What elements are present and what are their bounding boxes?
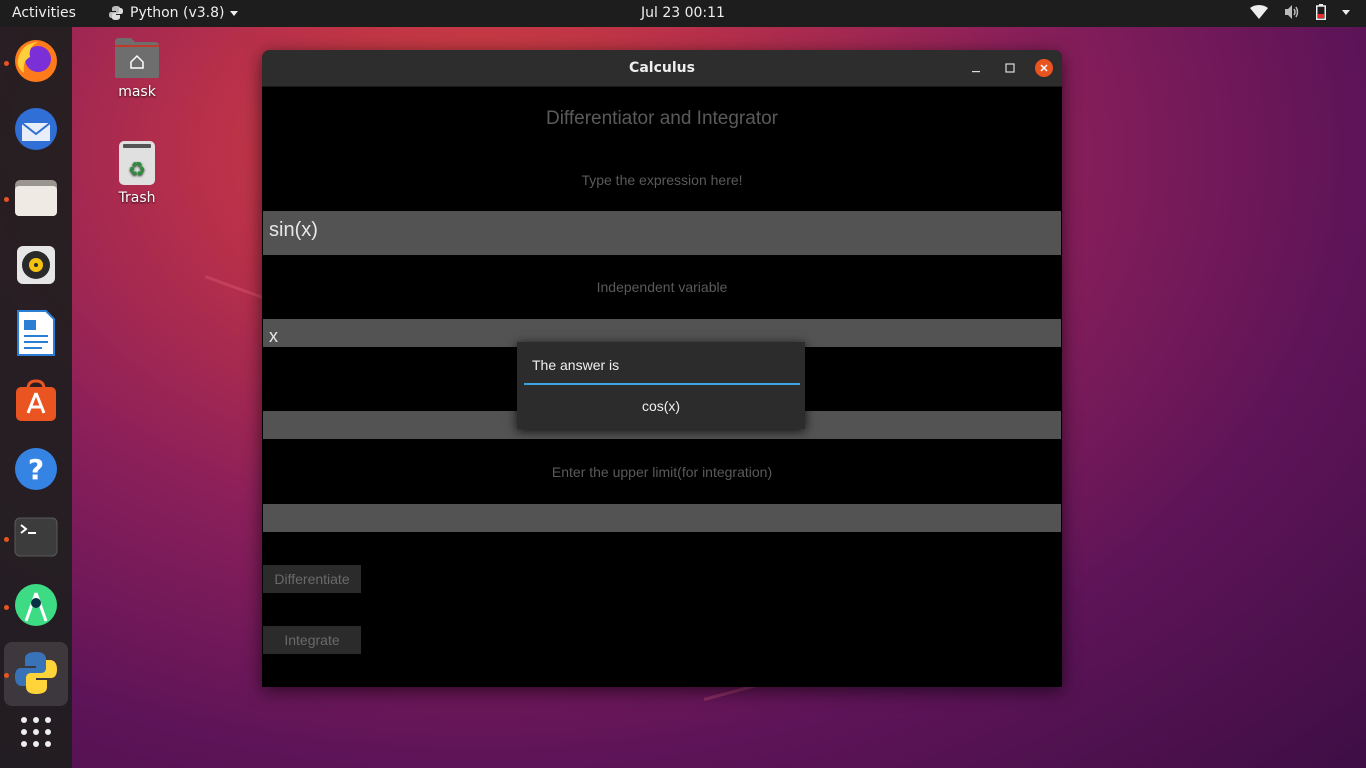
running-indicator	[4, 605, 9, 610]
wifi-icon	[1250, 5, 1268, 19]
running-indicator	[4, 61, 9, 66]
answer-popup: The answer is cos(x)	[517, 342, 805, 429]
variable-value: x	[269, 326, 278, 346]
window-title: Calculus	[629, 60, 695, 76]
rhythmbox-icon	[17, 246, 55, 284]
popup-title: The answer is	[532, 357, 620, 373]
minimize-button[interactable]	[967, 59, 985, 77]
dock: ?	[0, 27, 72, 768]
system-tray[interactable]	[1250, 4, 1350, 20]
volume-icon	[1285, 5, 1299, 19]
rhythmbox-launcher[interactable]	[12, 241, 60, 289]
svg-text:?: ?	[28, 453, 44, 486]
maximize-button[interactable]	[1001, 59, 1019, 77]
android-studio-launcher[interactable]	[12, 581, 60, 629]
show-apps-icon	[21, 717, 51, 747]
app-heading: Differentiator and Integrator	[545, 108, 778, 129]
terminal-icon	[14, 517, 58, 557]
desktop-home-label: mask	[118, 84, 156, 100]
upper-limit-input[interactable]	[263, 504, 1061, 532]
app-menu[interactable]: Python (v3.8)	[108, 5, 239, 21]
chevron-down-icon	[230, 10, 239, 16]
desktop-home-folder[interactable]: mask	[92, 36, 182, 100]
firefox-icon	[15, 40, 57, 82]
top-bar: Activities Python (v3.8) Jul 23 00:11	[0, 0, 1366, 27]
battery-icon	[1316, 4, 1326, 20]
clock[interactable]: Jul 23 00:11	[641, 5, 725, 21]
expression-value: sin(x)	[269, 219, 318, 241]
app-menu-label: Python (v3.8)	[130, 5, 225, 21]
help-launcher[interactable]: ?	[12, 445, 60, 493]
desktop-trash[interactable]: ♻ Trash	[92, 140, 182, 206]
show-applications-button[interactable]	[12, 708, 60, 756]
python-launcher[interactable]	[12, 649, 60, 697]
close-icon	[1040, 64, 1048, 72]
libreoffice-writer-icon	[17, 310, 55, 356]
running-indicator	[4, 537, 9, 542]
expression-label: Type the expression here!	[581, 172, 743, 188]
python-icon	[109, 6, 123, 20]
running-indicator	[4, 673, 9, 678]
home-folder-icon	[115, 38, 159, 78]
terminal-launcher[interactable]	[12, 513, 60, 561]
python-icon	[15, 652, 57, 694]
writer-launcher[interactable]	[12, 309, 60, 357]
integrate-button[interactable]: Integrate	[263, 626, 361, 654]
thunderbird-launcher[interactable]	[12, 105, 60, 153]
activities-button[interactable]: Activities	[12, 5, 76, 21]
desktop-trash-label: Trash	[118, 190, 156, 206]
minimize-icon	[972, 71, 980, 73]
upper-limit-label: Enter the upper limit(for integration)	[551, 464, 773, 480]
variable-label: Independent variable	[596, 279, 728, 295]
android-studio-icon	[15, 584, 57, 626]
files-icon	[15, 180, 57, 216]
firefox-launcher[interactable]	[12, 37, 60, 85]
files-launcher[interactable]	[12, 173, 60, 221]
popup-title-underline	[524, 383, 800, 385]
svg-text:♻: ♻	[128, 157, 146, 181]
software-center-icon	[16, 379, 56, 421]
differentiate-button[interactable]: Differentiate	[263, 565, 361, 593]
maximize-icon	[1005, 63, 1015, 73]
chevron-down-icon	[1342, 9, 1350, 15]
window-titlebar[interactable]: Calculus	[262, 50, 1062, 87]
help-icon: ?	[15, 448, 57, 490]
popup-answer: cos(x)	[641, 398, 681, 414]
software-launcher[interactable]	[12, 377, 60, 425]
thunderbird-icon	[15, 108, 57, 150]
running-indicator	[4, 197, 9, 202]
trash-icon: ♻	[119, 141, 155, 185]
close-button[interactable]	[1035, 59, 1053, 77]
expression-input[interactable]: sin(x)	[263, 211, 1061, 255]
